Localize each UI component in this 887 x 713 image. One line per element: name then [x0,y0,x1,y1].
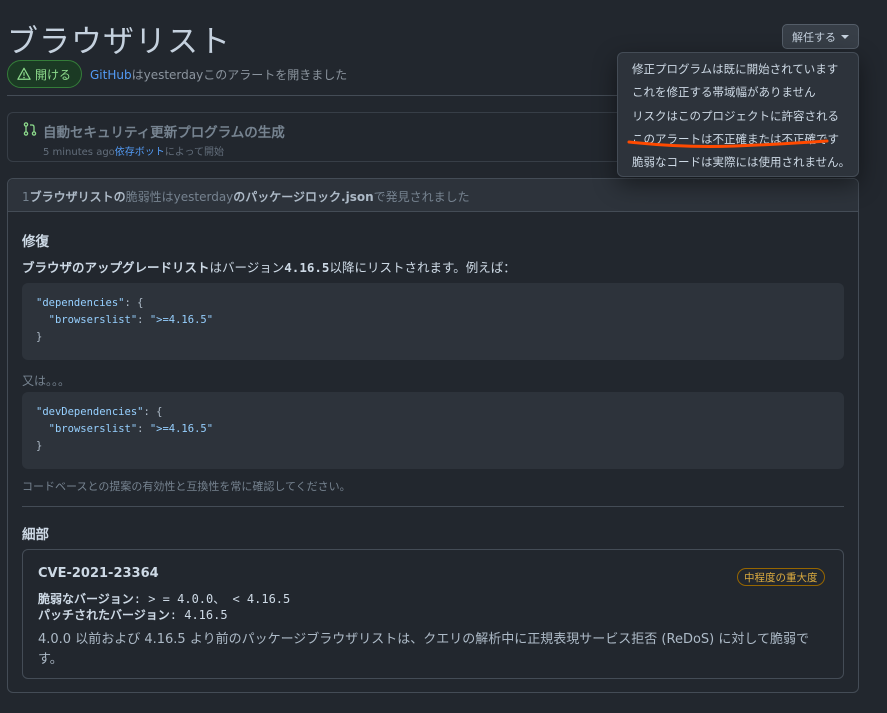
severity-badge: 中程度の重大度 [737,568,825,586]
pull-request-title[interactable]: 自動セキュリティ更新プログラムの生成 [43,121,285,141]
status-label: 開ける [35,67,72,82]
chevron-down-icon [841,34,849,39]
patched-label: パッチされたバージョン [38,608,170,622]
opened-info: GitHubはyesterdayこのアラートを開きました [90,66,347,83]
menu-item-fix-started[interactable]: 修正プログラムは既に開始されています [632,61,838,77]
code-inner-key: "browserslist" [48,423,138,435]
header-file: のパッケージロック.json [233,190,374,204]
or-text: 又は。。。 [22,374,71,388]
remediation-version: 4.16.5 [284,260,330,275]
dismiss-button[interactable]: 解任する [782,24,859,49]
code-block-dependencies: "dependencies": { "browserslist": ">=4.1… [22,283,844,360]
code-inner-key: "browserslist" [48,314,138,326]
annotation-underline [627,139,829,148]
remediation-mid: はバージョン [209,260,285,275]
alert-icon [17,67,31,80]
code-inner-value: ">=4.16.5" [149,314,214,326]
details-title: 細部 [22,527,49,543]
pull-request-meta: 5 minutes ago依存ボットによって開始 [43,143,224,158]
compatibility-note: コードベースとの提案の有効性と互換性を常に確認してください。 [22,480,351,493]
alert-card-header-text: 1ブラウザリストの脆弱性はyesterdayのパッケージロック.jsonで発見さ… [22,188,470,205]
dismiss-menu: 修正プログラムは既に開始されています これを修正する帯域幅がありません リスクは… [617,52,859,177]
header-mid: 脆弱性はyesterday [125,190,234,204]
pull-request-icon [23,122,37,136]
status-badge: 開ける [7,60,82,88]
section-divider [22,506,844,507]
vulnerability-description: 4.0.0 以前および 4.16.5 より前のパッケージブラウザリストは、クエリ… [38,632,809,667]
github-link[interactable]: GitHub [90,68,132,82]
dependabot-link[interactable]: 依存ボット [115,147,165,158]
opened-text: はyesterdayこのアラートを開きました [131,68,348,82]
vulnerable-value: : > = 4.0.0、 < 4.16.5 [133,592,291,606]
remediation-text: ブラウザのアップグレードリストはバージョン4.16.5以降にリストされます。例え… [22,257,516,276]
vulnerable-label: 脆弱なバージョン [38,592,134,606]
remediation-suffix: 以降にリストされます。例えば： [329,260,516,275]
code-inner-value: ">=4.16.5" [149,423,214,435]
menu-item-not-used[interactable]: 脆弱なコードは実際には使用されません。 [632,154,850,170]
pull-request-time: 5 minutes ago [43,147,115,158]
patched-value: : 4.16.5 [169,608,228,622]
dismiss-label: 解任する [792,30,836,44]
patched-versions: パッチされたバージョン: 4.16.5 [38,606,228,623]
code-block-dev-dependencies: "devDependencies": { "browserslist": ">=… [22,392,844,469]
pull-request-suffix: によって開始 [164,147,224,158]
code-key: "dependencies" [36,297,125,309]
code-key: "devDependencies" [36,406,144,418]
vulnerable-versions: 脆弱なバージョン: > = 4.0.0、 < 4.16.5 [38,590,290,607]
header-package: ブラウザリストの [29,190,126,204]
menu-item-no-bandwidth[interactable]: これを修正する帯域幅がありません [632,84,816,100]
menu-item-tolerable-risk[interactable]: リスクはこのプロジェクトに許容される [632,108,839,124]
remediation-package: ブラウザのアップグレードリスト [22,260,210,275]
header-suffix: で発見されました [373,190,470,204]
remediation-title: 修復 [22,234,49,250]
cve-id: CVE-2021-23364 [38,566,159,581]
header-count: 1 [22,190,30,204]
page-title: ブラウザリスト [7,24,231,60]
